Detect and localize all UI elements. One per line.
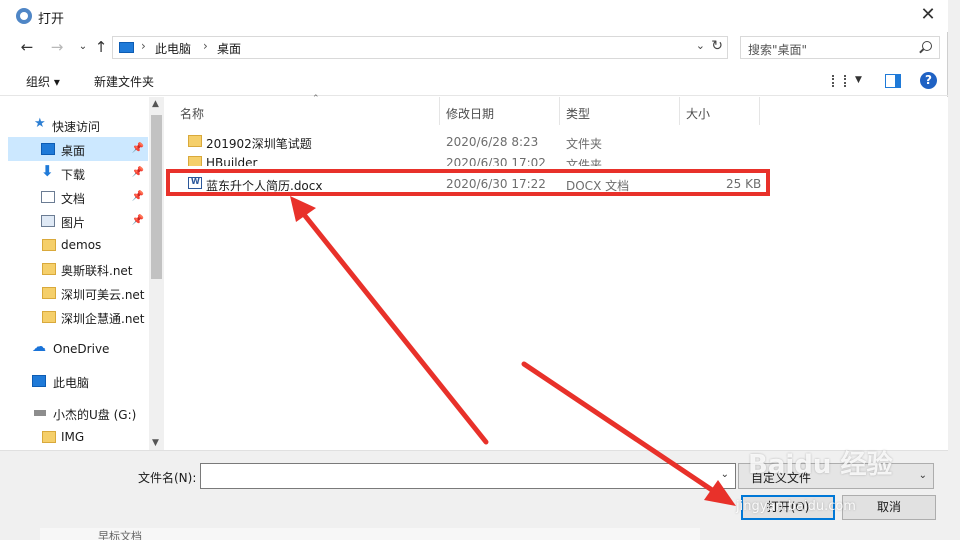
folder-icon: [42, 287, 56, 299]
pin-icon: 📌: [131, 191, 144, 202]
file-list: 名称 ⌃ 修改日期 类型 大小 201902深圳笔试题 2020/6/28 8:…: [168, 94, 948, 450]
search-placeholder: 搜索"桌面": [748, 43, 808, 57]
new-folder-button[interactable]: 新建文件夹: [94, 73, 154, 90]
column-header-name[interactable]: 名称 ⌃: [174, 94, 440, 125]
picture-icon: [41, 215, 55, 227]
nav-item-onedrive[interactable]: ☁ OneDrive: [8, 337, 148, 361]
scrollbar-thumb[interactable]: [151, 115, 162, 279]
chevron-down-icon: ⌄: [918, 470, 927, 481]
star-icon: ★: [34, 116, 46, 131]
view-options-icon[interactable]: [832, 75, 846, 87]
sort-ascending-icon: ⌃: [312, 94, 320, 104]
background-window-edge: [948, 0, 960, 540]
download-icon: ⬇: [41, 162, 54, 180]
search-input[interactable]: 搜索"桌面": [740, 36, 940, 59]
scroll-down-icon[interactable]: ▼: [152, 438, 159, 448]
breadcrumb-separator: ›: [141, 39, 146, 53]
onedrive-icon: ☁: [32, 339, 46, 355]
column-header-type[interactable]: 类型: [560, 97, 680, 125]
browser-app-icon: [16, 8, 32, 24]
table-row[interactable]: 201902深圳笔试题 2020/6/28 8:23 文件夹: [180, 131, 776, 153]
breadcrumb-this-pc[interactable]: 此电脑: [155, 40, 191, 57]
computer-icon: [119, 42, 134, 53]
nav-item-usb-drive[interactable]: 小杰的U盘 (G:): [8, 401, 148, 425]
title-bar: 打开 ✕: [0, 0, 948, 32]
column-header-modified[interactable]: 修改日期: [440, 97, 560, 125]
view-dropdown-icon[interactable]: ▼: [855, 75, 862, 85]
table-row[interactable]: HBuilder 2020/6/30 17:02 文件夹: [180, 152, 776, 166]
baidu-watermark: Baidu 经验: [748, 450, 893, 480]
nav-item-quick-access[interactable]: ★ 快速访问: [8, 113, 148, 137]
pin-icon: 📌: [131, 143, 144, 154]
chevron-down-icon[interactable]: ⌄: [721, 469, 729, 480]
address-bar[interactable]: › 此电脑 › 桌面 ⌄ ↻: [112, 36, 728, 59]
back-arrow-icon[interactable]: ←: [16, 36, 38, 58]
computer-icon: [32, 375, 46, 387]
folder-icon: [188, 156, 202, 166]
organize-button[interactable]: 组织 ▾: [26, 73, 60, 90]
column-header-size[interactable]: 大小: [680, 97, 760, 125]
address-row: ← → ⌄ ↑ › 此电脑 › 桌面 ⌄ ↻ 搜索"桌面": [0, 32, 948, 62]
pin-icon: 📌: [131, 215, 144, 226]
baidu-watermark-url: jingyan.baidu.com: [736, 499, 856, 514]
folder-icon: [42, 311, 56, 323]
chevron-down-icon[interactable]: ⌄: [696, 39, 705, 52]
breadcrumb-separator: ›: [203, 39, 208, 53]
command-toolbar: 组织 ▾ 新建文件夹 ▼ ?: [0, 66, 948, 96]
nav-scrollbar[interactable]: ▲ ▼: [149, 97, 164, 450]
folder-icon: [42, 239, 56, 251]
nav-item-desktop[interactable]: 桌面 📌: [8, 137, 148, 161]
nav-item-folder[interactable]: 深圳可美云.net: [8, 281, 148, 305]
nav-item-img[interactable]: IMG: [8, 425, 148, 449]
close-button[interactable]: ✕: [912, 0, 944, 30]
cancel-button[interactable]: 取消: [842, 495, 936, 520]
nav-item-folder[interactable]: 奥斯联科.net: [8, 257, 148, 281]
document-icon: [41, 191, 55, 203]
nav-item-folder[interactable]: 深圳企慧通.net: [8, 305, 148, 329]
dialog-title: 打开: [38, 12, 65, 27]
filename-input[interactable]: ⌄: [200, 463, 736, 489]
folder-icon: [42, 263, 56, 275]
nav-item-demos[interactable]: demos: [8, 233, 148, 257]
background-window-text: 早标文档: [98, 530, 142, 540]
annotation-highlight-box: [166, 169, 770, 196]
nav-item-this-pc[interactable]: 此电脑: [8, 369, 148, 393]
help-icon[interactable]: ?: [920, 72, 937, 89]
breadcrumb-desktop[interactable]: 桌面: [217, 40, 241, 57]
pin-icon: 📌: [131, 167, 144, 178]
forward-arrow-icon[interactable]: →: [46, 36, 68, 58]
scroll-up-icon[interactable]: ▲: [152, 99, 159, 109]
preview-pane-icon[interactable]: [885, 74, 901, 88]
nav-item-documents[interactable]: 文档 📌: [8, 185, 148, 209]
search-icon: [922, 41, 932, 51]
filename-label: 文件名(N):: [138, 471, 197, 485]
refresh-icon[interactable]: ↻: [711, 38, 723, 54]
usb-drive-icon: [34, 410, 46, 416]
folder-icon: [42, 431, 56, 443]
navigation-pane: ★ 快速访问 桌面 📌 ⬇ 下载 📌 文档 📌 图片 📌 demos 奥斯联科.…: [0, 97, 164, 450]
nav-item-pictures[interactable]: 图片 📌: [8, 209, 148, 233]
desktop-icon: [41, 143, 55, 155]
nav-item-downloads[interactable]: ⬇ 下载 📌: [8, 161, 148, 185]
folder-icon: [188, 135, 202, 147]
up-arrow-icon[interactable]: ↑: [90, 36, 112, 58]
